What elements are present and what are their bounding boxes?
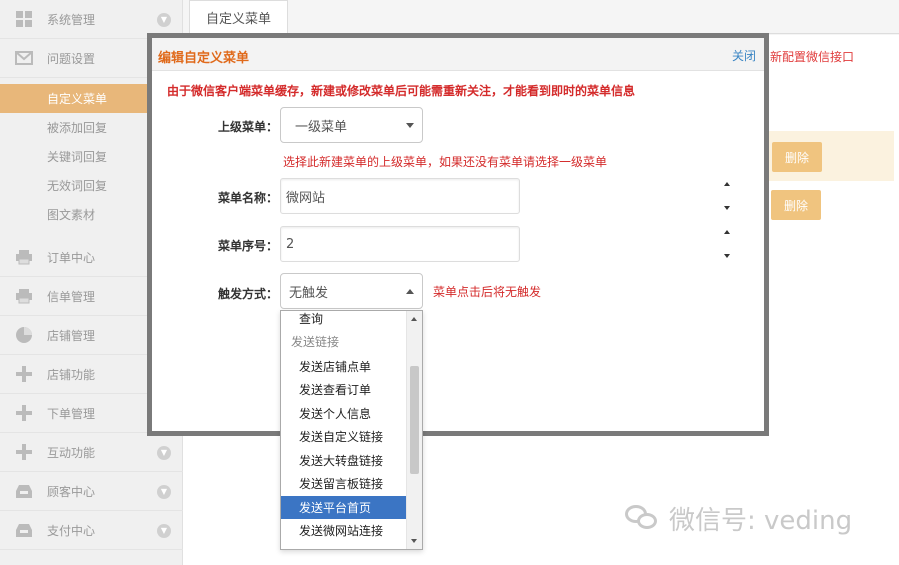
sidebar-item-customer[interactable]: 顾客中心 ▼ <box>0 472 183 511</box>
sidebar-subitem-label: 被添加回复 <box>47 121 108 135</box>
grid-icon <box>13 8 35 30</box>
dropdown-option[interactable]: 发送自定义链接 <box>281 425 406 448</box>
menu-order-label: 菜单序号： <box>218 239 279 253</box>
menu-name-input[interactable]: 微网站 <box>280 178 520 214</box>
dialog-title: 编辑自定义菜单 <box>158 51 250 66</box>
tab-custom-menu[interactable]: 自定义菜单 <box>189 0 289 34</box>
trigger-dropdown-list[interactable]: 查询 发送链接 发送店铺点单 发送查看订单 发送个人信息 发送自定义链接 发送大… <box>280 310 423 550</box>
sidebar-item-label: 下单管理 <box>47 406 96 421</box>
trigger-value: 无触发 <box>289 285 329 301</box>
cache-notice: 由于微信客户端菜单缓存，新建或修改菜单后可能需重新关注，才能看到即时的菜单信息 <box>167 84 636 98</box>
sidebar-subitem-label: 关键词回复 <box>47 150 108 164</box>
sidebar-item-label: 支付中心 <box>47 523 96 538</box>
wechat-logo-icon <box>625 503 661 535</box>
trigger-hint: 菜单点击后将无触发 <box>433 285 542 299</box>
chevron-down-icon[interactable]: ▼ <box>157 485 171 499</box>
parent-menu-value: 一级菜单 <box>295 119 348 135</box>
trigger-label: 触发方式： <box>218 287 279 301</box>
dropdown-option[interactable]: 发送查看订单 <box>281 378 406 401</box>
dialog-header: 编辑自定义菜单 关闭 <box>152 38 764 71</box>
sidebar-item-label: 店铺管理 <box>47 328 96 343</box>
scroll-arrows[interactable] <box>722 178 732 214</box>
printer-icon <box>13 285 35 307</box>
dropdown-option[interactable]: 发送店铺点单 <box>281 355 406 378</box>
sidebar-subitem-label: 无效词回复 <box>47 179 108 193</box>
plus-icon <box>13 363 35 385</box>
dropdown-option[interactable]: 发送大转盘链接 <box>281 449 406 472</box>
mail-icon <box>13 47 35 69</box>
scrollbar-thumb[interactable] <box>410 366 419 474</box>
inbox-icon <box>13 480 35 502</box>
dropdown-option[interactable]: 发送留言板链接 <box>281 472 406 495</box>
sidebar-item-label: 互动功能 <box>47 445 96 460</box>
tab-bar: 自定义菜单 <box>183 0 899 34</box>
sidebar-item-label: 顾客中心 <box>47 484 96 499</box>
sidebar-subitem-label: 图文素材 <box>47 208 96 222</box>
caret-up-icon <box>406 289 414 294</box>
watermark-text: 微信号: veding <box>669 506 853 536</box>
trigger-select[interactable]: 无触发 <box>280 273 423 309</box>
sidebar-item-interaction[interactable]: 互动功能 ▼ <box>0 433 183 472</box>
sidebar-item-label: 系统管理 <box>47 12 96 27</box>
plus-icon <box>13 402 35 424</box>
dropdown-group-label: 发送链接 <box>291 335 340 349</box>
dropdown-option[interactable]: 发送个人信息 <box>281 402 406 425</box>
printer-icon <box>13 246 35 268</box>
sidebar-item-label: 信单管理 <box>47 289 96 304</box>
sidebar-item-label: 订单中心 <box>47 250 96 265</box>
sidebar-item-payment[interactable]: 支付中心 ▼ <box>0 511 183 550</box>
menu-name-label: 菜单名称： <box>218 191 279 205</box>
scroll-arrows[interactable] <box>722 226 732 262</box>
dropdown-option-selected[interactable]: 发送平台首页 <box>281 496 406 519</box>
close-button[interactable]: 关闭 <box>732 47 756 64</box>
chevron-down-icon[interactable]: ▼ <box>157 13 171 27</box>
delete-button[interactable]: 删除 <box>771 190 821 220</box>
inbox-icon <box>13 519 35 541</box>
menu-order-input[interactable]: 2 <box>280 226 520 262</box>
watermark: 微信号: veding <box>625 500 852 537</box>
parent-menu-select[interactable]: 一级菜单 <box>280 107 423 143</box>
delete-button[interactable]: 删除 <box>772 142 822 172</box>
dropdown-option[interactable]: 查询 <box>281 311 406 330</box>
chevron-down-icon[interactable]: ▼ <box>157 446 171 460</box>
plus-icon <box>13 441 35 463</box>
chevron-down-icon[interactable]: ▼ <box>157 524 171 538</box>
sidebar-item-label: 店铺功能 <box>47 367 96 382</box>
config-wechat-link[interactable]: 新配置微信接口 <box>770 48 854 65</box>
caret-down-icon <box>406 123 414 128</box>
pie-icon <box>13 324 35 346</box>
sidebar-subitem-label: 自定义菜单 <box>47 92 108 106</box>
dropdown-scrollbar[interactable] <box>406 311 422 549</box>
sidebar-item-label: 问题设置 <box>47 51 96 66</box>
dropdown-option[interactable]: 发送微网站连接 <box>281 519 406 542</box>
parent-menu-hint: 选择此新建菜单的上级菜单，如果还没有菜单请选择一级菜单 <box>283 155 608 169</box>
parent-menu-label: 上级菜单： <box>218 120 279 134</box>
